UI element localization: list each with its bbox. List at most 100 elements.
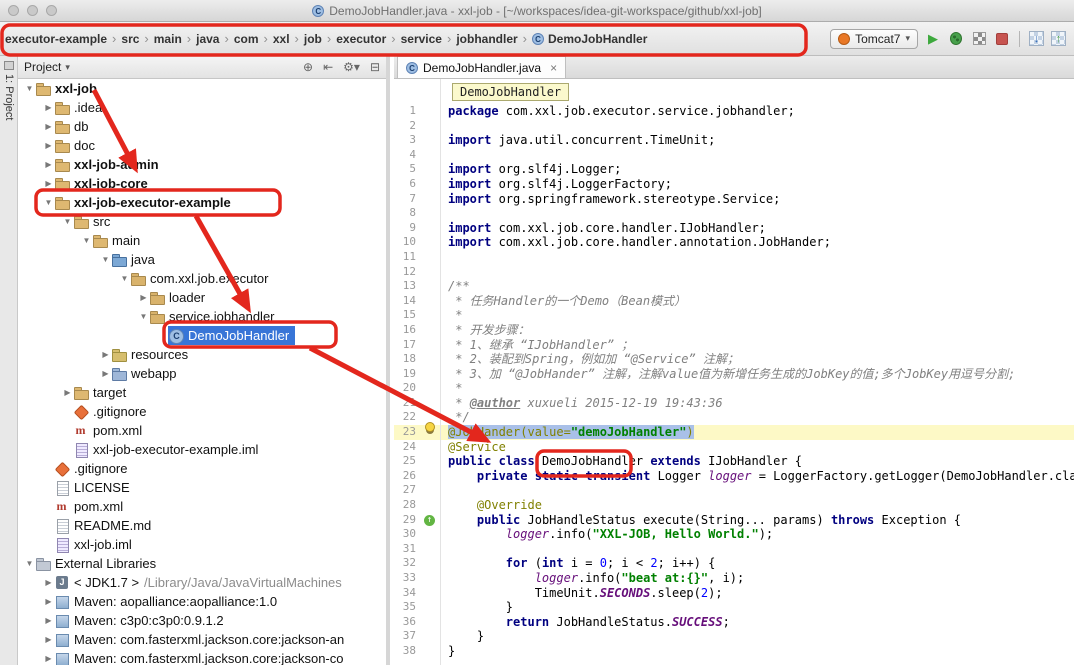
code-line[interactable]: 23@JobHander(value="demoJobHandler") [394, 425, 1074, 440]
code-line[interactable]: 8 [394, 206, 1074, 221]
code-line[interactable]: 31 [394, 542, 1074, 557]
collapsed-arrow-icon[interactable]: ▶ [43, 616, 54, 625]
collapsed-arrow-icon[interactable]: ▶ [43, 179, 54, 188]
code-line[interactable]: 11 [394, 250, 1074, 265]
tree-row[interactable]: ▶doc [18, 136, 386, 155]
expanded-arrow-icon[interactable]: ▼ [81, 236, 92, 245]
code-line[interactable]: 37 } [394, 629, 1074, 644]
tree-row[interactable]: LICENSE [18, 478, 386, 497]
tree-item[interactable]: xxl-job-admin [54, 155, 159, 174]
tree-item[interactable]: loader [149, 288, 205, 307]
collapsed-arrow-icon[interactable]: ▶ [43, 635, 54, 644]
intention-bulb-icon[interactable] [425, 422, 435, 432]
code-line[interactable]: 30 logger.info("XXL-JOB, Hello World."); [394, 527, 1074, 542]
tree-row[interactable]: ▼main [18, 231, 386, 250]
collapsed-arrow-icon[interactable]: ▶ [43, 141, 54, 150]
code-line[interactable]: 25public class DemoJobHandler extends IJ… [394, 454, 1074, 469]
tree-row[interactable]: ▼service.jobhandler [18, 307, 386, 326]
project-panel-title[interactable]: Project ▾ [24, 60, 70, 74]
code-line[interactable]: 15 * [394, 308, 1074, 323]
tree-item[interactable]: xxl-job-core [54, 174, 148, 193]
code-line[interactable]: 13/** [394, 279, 1074, 294]
code-line[interactable]: 35 } [394, 600, 1074, 615]
tree-item[interactable]: src [73, 212, 110, 231]
breadcrumb-item[interactable]: CDemoJobHandler [531, 30, 648, 48]
breadcrumb-item[interactable]: executor-example [4, 30, 108, 48]
close-tab-icon[interactable]: × [550, 61, 557, 75]
tree-item[interactable]: .gitignore [54, 459, 127, 478]
code-line[interactable]: 32 for (int i = 0; i < 2; i++) { [394, 556, 1074, 571]
expanded-arrow-icon[interactable]: ▼ [24, 84, 35, 93]
tree-row[interactable]: .gitignore [18, 402, 386, 421]
stop-button[interactable] [994, 31, 1010, 47]
code-line[interactable]: 16 * 开发步骤： [394, 323, 1074, 338]
tree-row[interactable]: ▼xxl-job-executor-example [18, 193, 386, 212]
tree-item[interactable]: doc [54, 136, 95, 155]
zoom-window-button[interactable] [46, 5, 57, 16]
tree-row[interactable]: ▶loader [18, 288, 386, 307]
code-line[interactable]: 21 * @author xuxueli 2015-12-19 19:43:36 [394, 396, 1074, 411]
tree-item[interactable]: Maven: c3p0:c3p0:0.9.1.2 [54, 611, 224, 630]
tree-row[interactable]: ▶target [18, 383, 386, 402]
tree-item[interactable]: xxl-job-executor-example [54, 193, 231, 212]
collapsed-arrow-icon[interactable]: ▶ [43, 122, 54, 131]
tree-item[interactable]: service.jobhandler [149, 307, 275, 326]
code-line[interactable]: 33 logger.info("beat at:{}", i); [394, 571, 1074, 586]
tree-item[interactable]: target [73, 383, 126, 402]
code-line[interactable]: 4 [394, 148, 1074, 163]
code-line[interactable]: 2 [394, 119, 1074, 134]
settings-gear-icon[interactable]: ⚙▾ [343, 60, 360, 74]
vcs-update-button[interactable]: ↓ [1029, 31, 1044, 46]
vcs-commit-button[interactable]: ↑ [1051, 31, 1066, 46]
tree-item[interactable]: xxl-job.iml [54, 535, 132, 554]
tree-row[interactable]: ▶resources [18, 345, 386, 364]
editor-tab[interactable]: C DemoJobHandler.java × [397, 56, 566, 78]
breadcrumb-item[interactable]: com [233, 30, 260, 48]
tree-row[interactable]: xxl-job-executor-example.iml [18, 440, 386, 459]
breadcrumb-item[interactable]: java [195, 30, 220, 48]
code-line[interactable]: 14 * 任务Handler的一个Demo（Bean模式） [394, 294, 1074, 309]
debug-button[interactable] [948, 31, 964, 47]
code-line[interactable]: 18 * 2、装配到Spring，例如加 “@Service” 注解； [394, 352, 1074, 367]
expanded-arrow-icon[interactable]: ▼ [62, 217, 73, 226]
breadcrumb-item[interactable]: src [120, 30, 140, 48]
code-line[interactable]: 38} [394, 644, 1074, 659]
tree-row[interactable]: ▼com.xxl.job.executor [18, 269, 386, 288]
tree-item[interactable]: java [111, 250, 155, 269]
tree-item[interactable]: Maven: com.fasterxml.jackson.core:jackso… [54, 649, 343, 665]
tree-row[interactable]: ▼xxl-job [18, 79, 386, 98]
expanded-arrow-icon[interactable]: ▼ [43, 198, 54, 207]
tree-row[interactable]: pom.xml [18, 421, 386, 440]
tree-row[interactable]: .gitignore [18, 459, 386, 478]
collapsed-arrow-icon[interactable]: ▶ [43, 654, 54, 663]
breadcrumb-item[interactable]: executor [335, 30, 387, 48]
hide-panel-icon[interactable]: ⊟ [370, 60, 380, 74]
tree-item[interactable]: resources [111, 345, 188, 364]
close-window-button[interactable] [8, 5, 19, 16]
expanded-arrow-icon[interactable]: ▼ [119, 274, 130, 283]
run-configuration-select[interactable]: Tomcat7 ▾ [830, 29, 918, 49]
tree-row[interactable]: README.md [18, 516, 386, 535]
collapsed-arrow-icon[interactable]: ▶ [43, 103, 54, 112]
breadcrumb-item[interactable]: xxl [272, 30, 291, 48]
tree-row[interactable]: ▶xxl-job-core [18, 174, 386, 193]
code-line[interactable]: 12 [394, 265, 1074, 280]
tree-item[interactable]: main [92, 231, 140, 250]
collapsed-arrow-icon[interactable]: ▶ [43, 160, 54, 169]
project-tool-button[interactable]: 1: Project [3, 74, 15, 120]
tree-item[interactable]: db [54, 117, 88, 136]
code-line[interactable]: 9import com.xxl.job.core.handler.IJobHan… [394, 221, 1074, 236]
tree-item[interactable]: < JDK1.7 >/Library/Java/JavaVirtualMachi… [54, 573, 342, 592]
code-line[interactable]: 1package com.xxl.job.executor.service.jo… [394, 104, 1074, 119]
code-editor[interactable]: 1package com.xxl.job.executor.service.jo… [394, 79, 1074, 665]
collapsed-arrow-icon[interactable]: ▶ [100, 369, 111, 378]
tree-row[interactable]: ▶xxl-job-admin [18, 155, 386, 174]
code-line[interactable]: 5import org.slf4j.Logger; [394, 162, 1074, 177]
scroll-from-source-icon[interactable]: ⊕ [303, 60, 313, 74]
tree-row[interactable]: ▶webapp [18, 364, 386, 383]
tree-item[interactable]: xxl-job-executor-example.iml [73, 440, 258, 459]
tree-row[interactable]: pom.xml [18, 497, 386, 516]
collapsed-arrow-icon[interactable]: ▶ [62, 388, 73, 397]
collapsed-arrow-icon[interactable]: ▶ [43, 597, 54, 606]
coverage-button[interactable] [971, 31, 987, 47]
